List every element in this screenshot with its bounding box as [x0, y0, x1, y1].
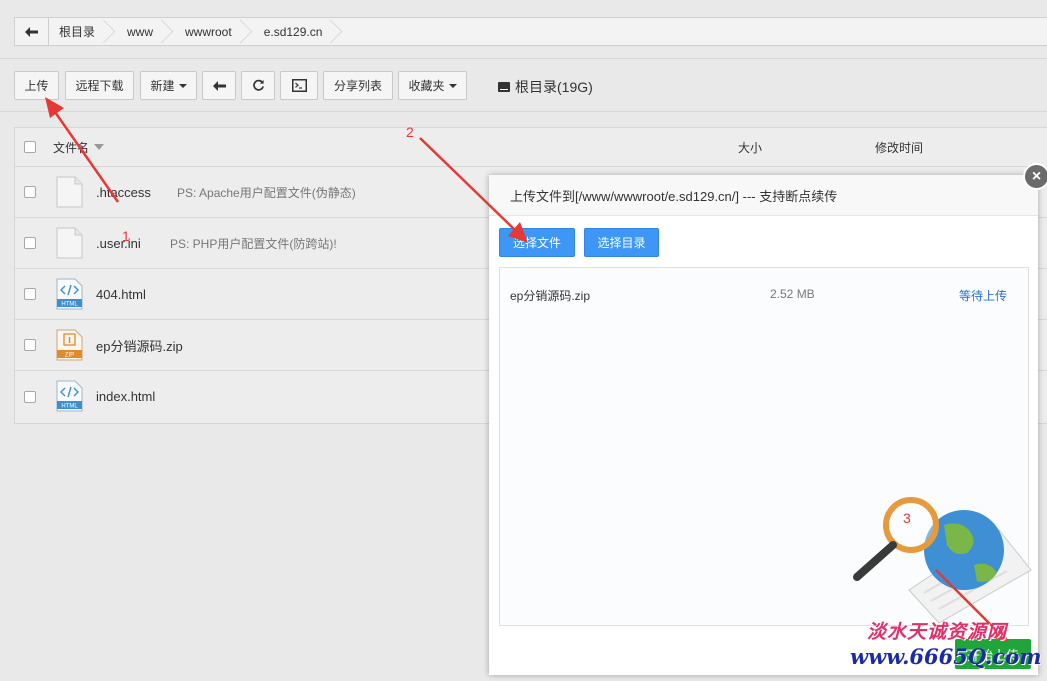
watermark-line-2: www.6665Q.com	[850, 644, 1042, 669]
annotation-step-3: 3	[903, 510, 911, 526]
annotation-step-2: 2	[406, 124, 414, 140]
watermark-line-1: 淡水天诚资源网	[867, 621, 1008, 643]
annotation-step-1: 1	[122, 228, 130, 244]
annotation-arrows	[45, 97, 1008, 642]
